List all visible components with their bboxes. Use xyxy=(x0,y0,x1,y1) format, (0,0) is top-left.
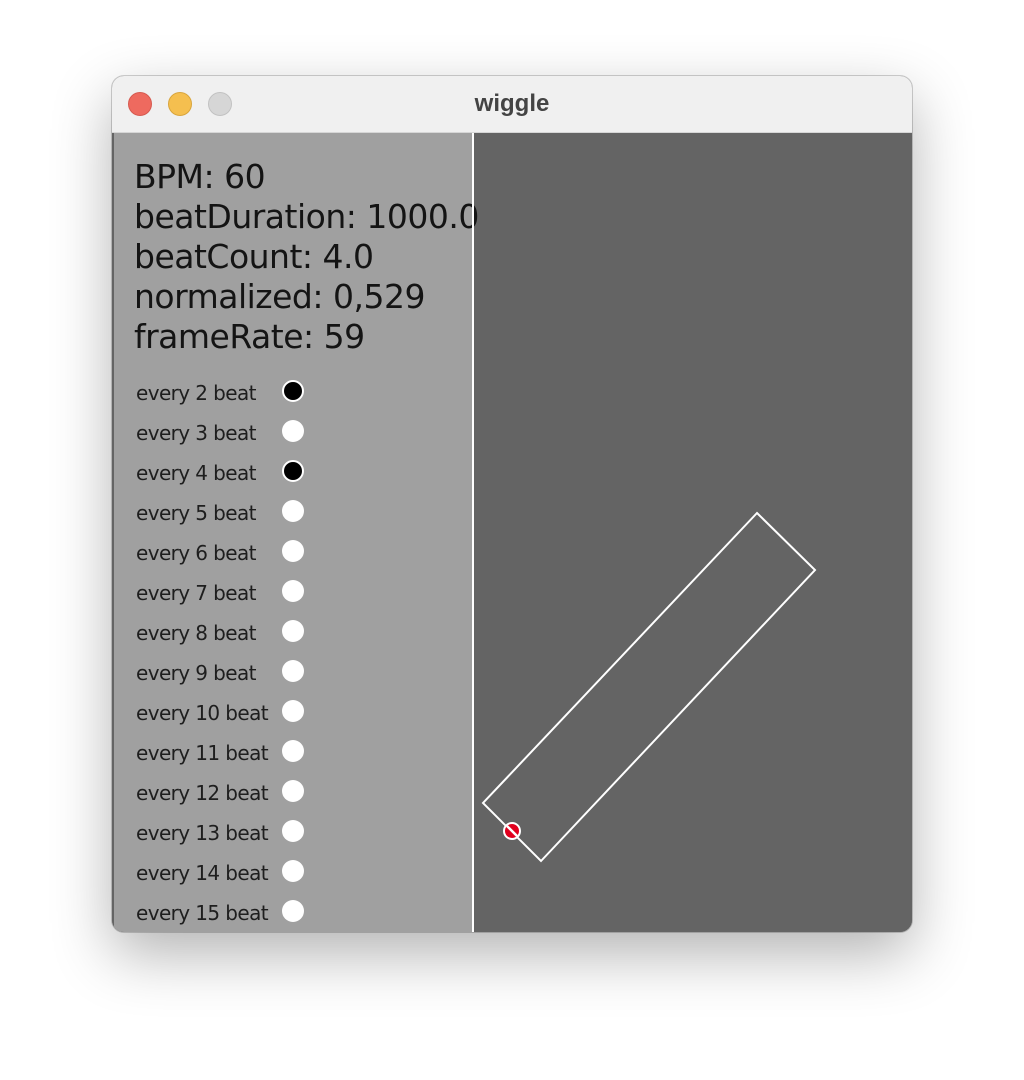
app-window: wiggle BPM: 60 beatDuration: 1000.0 beat… xyxy=(112,76,912,932)
sketch-canvas xyxy=(481,511,817,863)
title-bar[interactable]: wiggle xyxy=(112,76,912,133)
sketch-content: BPM: 60 beatDuration: 1000.0 beatCount: … xyxy=(112,133,912,932)
pivot-marker xyxy=(503,822,521,840)
window-title: wiggle xyxy=(474,90,550,117)
rotating-rectangle-outline xyxy=(481,511,817,863)
